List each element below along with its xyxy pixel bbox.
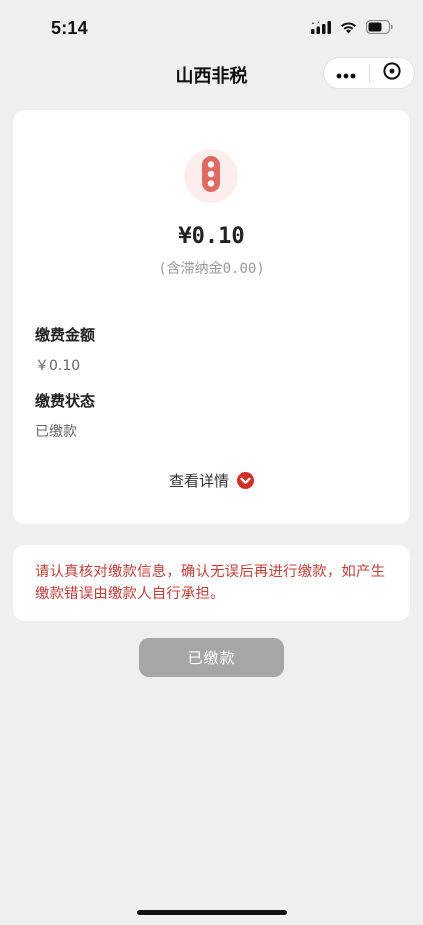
chevron-down-icon [237, 472, 254, 489]
close-circle-icon [382, 61, 402, 85]
status-field-value: 已缴款 [35, 424, 77, 440]
status-bar: 5:14 [0, 0, 423, 56]
notice-text: 请认真核对缴款信息，确认无误后再进行缴款，如产生缴款错误由缴款人自行承担。 [35, 564, 386, 602]
cellular-signal-icon [311, 19, 331, 38]
payment-amount: ¥0.10 [178, 224, 245, 249]
mini-program-capsule [323, 57, 415, 89]
status-field-label: 缴费状态 [35, 392, 96, 410]
home-indicator [137, 910, 287, 915]
view-details-label: 查看详情 [168, 472, 229, 490]
status-icons [311, 19, 393, 37]
nav-bar: 山西非税 [0, 56, 423, 92]
amount-field-value: ￥0.10 [35, 358, 81, 374]
amount-field-label: 缴费金额 [35, 326, 96, 344]
view-details-button[interactable]: 查看详情 [13, 470, 410, 491]
traffic-light-logo-icon [201, 155, 221, 197]
paid-button[interactable]: 已缴款 [139, 638, 284, 677]
payment-card: ¥0.10 (含滞纳金0.00) 缴费金额 ￥0.10 缴费状态 已缴款 查看详… [13, 110, 410, 524]
close-button[interactable] [369, 58, 414, 88]
notice-card: 请认真核对缴款信息，确认无误后再进行缴款，如产生缴款错误由缴款人自行承担。 [13, 545, 410, 621]
wifi-icon [340, 19, 357, 38]
more-button[interactable] [324, 58, 369, 88]
late-fee-note: (含滞纳金0.00) [158, 261, 265, 277]
payment-logo [184, 149, 238, 203]
battery-icon [365, 19, 393, 38]
more-dots-icon [336, 64, 356, 83]
status-time: 5:14 [51, 18, 88, 38]
